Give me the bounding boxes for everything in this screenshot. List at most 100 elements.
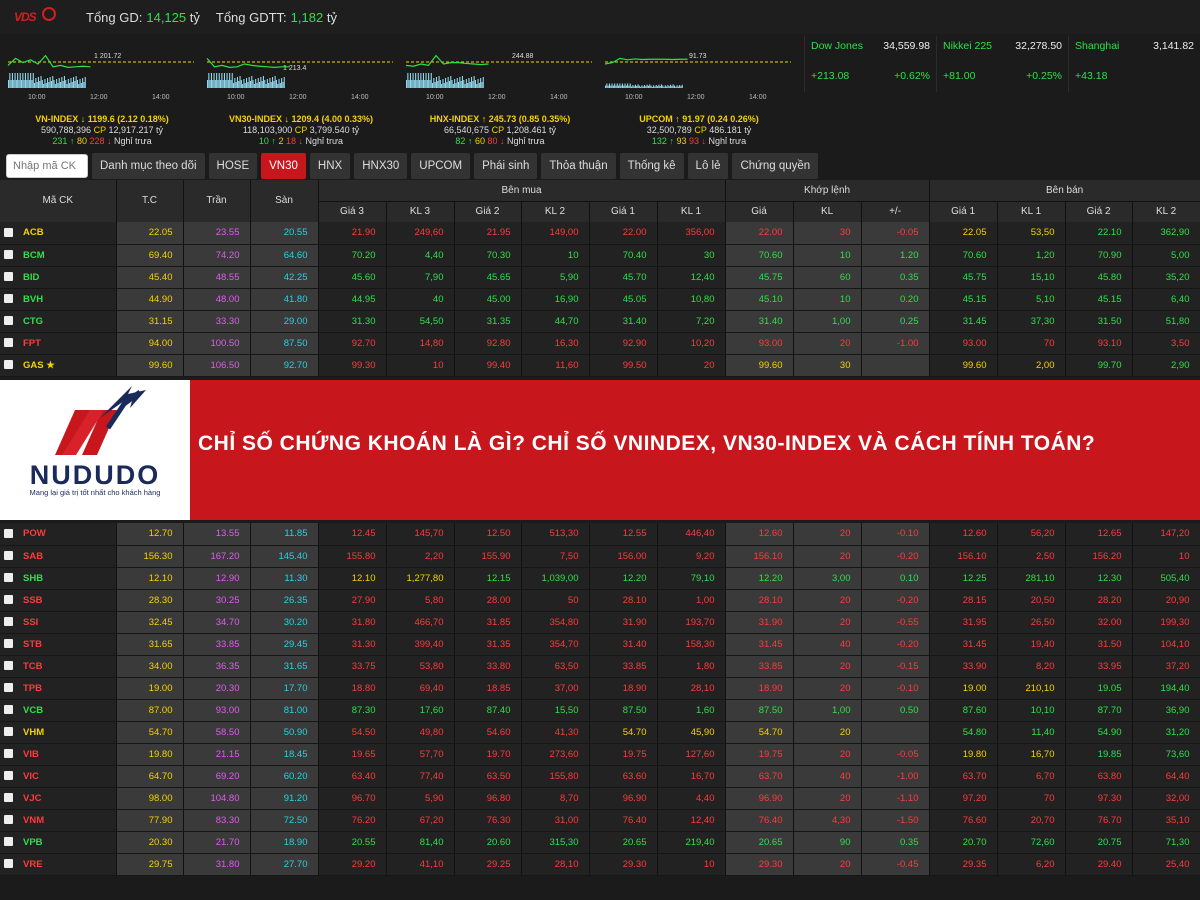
table-row[interactable]: TPB 19.00 20.30 17.70 18.80 69,40 18.85 37,00 18… xyxy=(0,677,1200,700)
header-col[interactable]: KL 1 xyxy=(657,201,726,223)
symbol-cell[interactable]: SSI xyxy=(0,611,117,634)
table-row[interactable]: VNM 77.90 83.30 72.50 76.20 67,20 76.30 31,00 76… xyxy=(0,809,1200,832)
table-row[interactable]: TCB 34.00 36.35 31.65 33.75 53,80 33.80 63,50 33… xyxy=(0,655,1200,678)
tab-phái-sinh[interactable]: Phái sinh xyxy=(474,153,538,179)
watch-checkbox[interactable] xyxy=(4,771,13,781)
header-col[interactable]: KL xyxy=(793,201,862,223)
table-row[interactable]: POW 12.70 13.55 11.85 12.45 145,70 12.50 513,30… xyxy=(0,523,1200,546)
header-col[interactable]: Giá 1 xyxy=(929,201,998,223)
watch-checkbox[interactable] xyxy=(4,272,13,282)
symbol-cell[interactable]: VIB xyxy=(0,743,117,766)
header-col[interactable]: +/- xyxy=(861,201,930,223)
symbol-cell[interactable]: VRE xyxy=(0,853,117,876)
header-col[interactable]: KL 3 xyxy=(386,201,455,223)
watch-checkbox[interactable] xyxy=(4,250,13,260)
watch-checkbox[interactable] xyxy=(4,793,13,803)
symbol-cell[interactable]: BVH xyxy=(0,288,117,311)
tab-thỏa-thuận[interactable]: Thỏa thuận xyxy=(541,153,616,179)
watch-checkbox[interactable] xyxy=(4,639,13,649)
table-row[interactable]: BCM 69.40 74.20 64.60 70.20 4,40 70.30 10 70.40 3… xyxy=(0,244,1200,267)
header-col[interactable]: Giá 2 xyxy=(454,201,522,223)
watch-checkbox[interactable] xyxy=(4,705,13,715)
table-row[interactable]: VIB 19.80 21.15 18.45 19.65 57,70 19.70 273,60 1… xyxy=(0,743,1200,766)
index-panel[interactable]: 91.73 10:00 12:00 14:00 UPCOM ↑ 91.97 (0.24 … xyxy=(601,40,797,148)
table-row[interactable]: CTG 31.15 33.30 29.00 31.30 54,50 31.35 44,70 31… xyxy=(0,310,1200,333)
symbol-cell[interactable]: SHB xyxy=(0,567,117,590)
symbol-cell[interactable]: ACB xyxy=(0,222,117,245)
watch-checkbox[interactable] xyxy=(4,749,13,759)
symbol-cell[interactable]: VIC xyxy=(0,765,117,788)
tab-hnx[interactable]: HNX xyxy=(309,153,351,179)
tab-lô-lẻ[interactable]: Lô lẻ xyxy=(687,153,729,179)
table-row[interactable]: GAS ★ 99.60 106.50 92.70 99.30 10 99.40 11,60 99… xyxy=(0,354,1200,377)
watch-checkbox[interactable] xyxy=(4,727,13,737)
table-row[interactable]: ACB 22.05 23.55 20.55 21.90 249,60 21.95 149,00… xyxy=(0,222,1200,245)
watch-checkbox[interactable] xyxy=(4,683,13,693)
tab-thống-kê[interactable]: Thống kê xyxy=(619,153,684,179)
watch-checkbox[interactable] xyxy=(4,573,13,583)
symbol-cell[interactable]: GAS ★ xyxy=(0,354,117,377)
table-row[interactable]: BVH 44.90 48.00 41.80 44.95 40 45.00 16,90 45.05… xyxy=(0,288,1200,311)
symbol-cell[interactable]: VJC xyxy=(0,787,117,810)
table-row[interactable]: VJC 98.00 104.80 91.20 96.70 5,90 96.80 8,70 96.… xyxy=(0,787,1200,810)
tab-hose[interactable]: HOSE xyxy=(208,153,258,179)
symbol-cell[interactable]: SSB xyxy=(0,589,117,612)
watch-checkbox[interactable] xyxy=(4,617,13,627)
symbol-cell[interactable]: VNM xyxy=(0,809,117,832)
tab-upcom[interactable]: UPCOM xyxy=(411,153,471,179)
watch-checkbox[interactable] xyxy=(4,316,13,326)
symbol-cell[interactable]: VPB xyxy=(0,831,117,854)
broker-logo[interactable]: VDS xyxy=(8,6,70,28)
table-row[interactable]: BID 45.40 48.55 42.25 45.60 7,90 45.65 5,90 45.7… xyxy=(0,266,1200,289)
index-panel[interactable]: 1 213.4 10:00 12:00 14:00 VN30-INDEX ↓ 1209.… xyxy=(203,40,399,148)
header-col[interactable]: KL 2 xyxy=(1132,201,1200,223)
symbol-cell[interactable]: POW xyxy=(0,523,117,546)
table-row[interactable]: SSB 28.30 30.25 26.35 27.90 5,80 28.00 50 28.10 1… xyxy=(0,589,1200,612)
watch-checkbox[interactable] xyxy=(4,294,13,304)
header-col[interactable]: Giá 1 xyxy=(589,201,658,223)
table-row[interactable]: VIC 64.70 69.20 60.20 63.40 77,40 63.50 155,80 6… xyxy=(0,765,1200,788)
table-row[interactable]: FPT 94.00 100.50 87.50 92.70 14,80 92.80 16,30 9… xyxy=(0,332,1200,355)
symbol-cell[interactable]: FPT xyxy=(0,332,117,355)
tab-vn30[interactable]: VN30 xyxy=(261,153,306,179)
table-row[interactable]: SHB 12.10 12.90 11.30 12.10 1,277,80 12.15 1,03… xyxy=(0,567,1200,590)
symbol-cell[interactable]: VCB xyxy=(0,699,117,722)
watch-checkbox[interactable] xyxy=(4,360,13,370)
table-row[interactable]: SAB 156.30 167.20 145.40 155.80 2,20 155.90 7,5… xyxy=(0,545,1200,568)
symbol-cell[interactable]: TPB xyxy=(0,677,117,700)
symbol-cell[interactable]: SAB xyxy=(0,545,117,568)
world-index[interactable]: Shanghai 3,141.82 +43.18 xyxy=(1068,36,1200,92)
symbol-search-input[interactable] xyxy=(6,154,88,178)
index-panel[interactable]: 1 201.72 10:00 12:00 14:00 VN-INDEX ↓ 1199.6… xyxy=(4,40,200,148)
symbol-cell[interactable]: VHM xyxy=(0,721,117,744)
symbol-cell[interactable]: BID xyxy=(0,266,117,289)
watch-checkbox[interactable] xyxy=(4,661,13,671)
symbol-cell[interactable]: BCM xyxy=(0,244,117,267)
tab-hnx30[interactable]: HNX30 xyxy=(354,153,408,179)
watch-checkbox[interactable] xyxy=(4,529,13,539)
index-panel[interactable]: 244.88 10:00 12:00 14:00 HNX-INDEX ↑ 245.73 … xyxy=(402,40,598,148)
header-col[interactable]: Giá 2 xyxy=(1065,201,1133,223)
world-index[interactable]: Dow Jones 34,559.98 +213.08 +0.62% xyxy=(804,36,936,92)
world-index[interactable]: Nikkei 225 32,278.50 +81.00 +0.25% xyxy=(936,36,1068,92)
watch-checkbox[interactable] xyxy=(4,551,13,561)
header-col[interactable]: Giá 3 xyxy=(318,201,387,223)
header-col[interactable]: Giá xyxy=(725,201,794,223)
table-row[interactable]: VHM 54.70 58.50 50.90 54.50 49,80 54.60 41,30 54… xyxy=(0,721,1200,744)
watch-checkbox[interactable] xyxy=(4,338,13,348)
tab-chứng-quyền[interactable]: Chứng quyền xyxy=(732,153,819,179)
header-col[interactable]: KL 2 xyxy=(521,201,590,223)
watch-checkbox[interactable] xyxy=(4,859,13,869)
watch-checkbox[interactable] xyxy=(4,815,13,825)
tab-danh-mục-theo-dõi[interactable]: Danh mục theo dõi xyxy=(92,153,205,179)
header-col[interactable]: KL 1 xyxy=(997,201,1066,223)
watch-checkbox[interactable] xyxy=(4,595,13,605)
table-row[interactable]: VRE 29.75 31.80 27.70 29.20 41,10 29.25 28,10 29… xyxy=(0,853,1200,876)
watch-checkbox[interactable] xyxy=(4,228,13,238)
symbol-cell[interactable]: CTG xyxy=(0,310,117,333)
symbol-cell[interactable]: STB xyxy=(0,633,117,656)
table-row[interactable]: SSI 32.45 34.70 30.20 31.80 466,70 31.85 354,80… xyxy=(0,611,1200,634)
symbol-cell[interactable]: TCB xyxy=(0,655,117,678)
watch-checkbox[interactable] xyxy=(4,837,13,847)
table-row[interactable]: VPB 20.30 21.70 18.90 20.55 81,40 20.60 315,30 2… xyxy=(0,831,1200,854)
